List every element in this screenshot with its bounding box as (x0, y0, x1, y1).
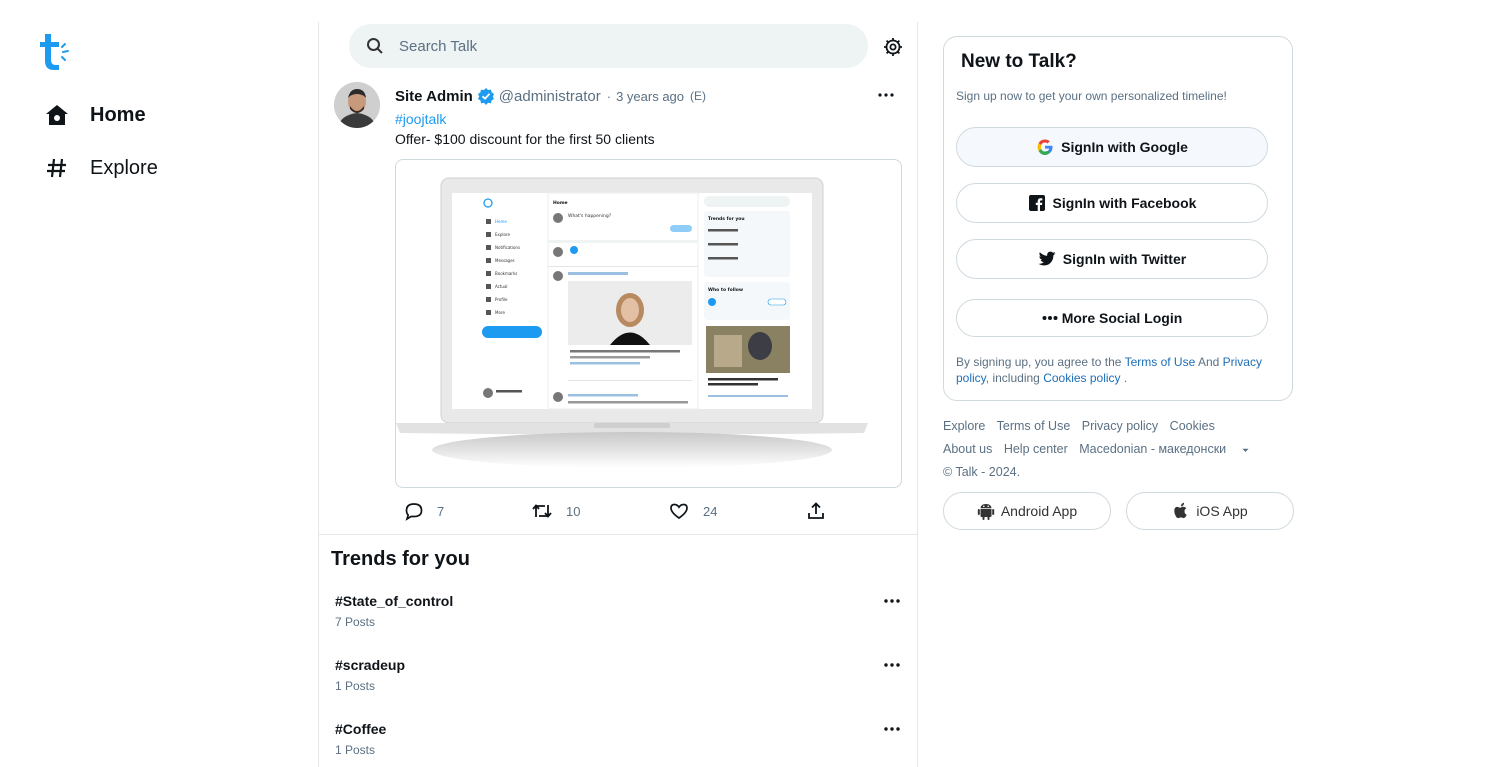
apple-icon (1172, 502, 1190, 520)
footer-link-terms[interactable]: Terms of Use (997, 419, 1071, 433)
trend-count: 7 Posts (335, 615, 376, 629)
footer-links-row-1: Explore Terms of Use Privacy policy Cook… (943, 419, 1223, 433)
repost-count: 10 (566, 503, 581, 519)
terms-end: . (1123, 371, 1128, 385)
nav-item-explore[interactable]: Explore (44, 153, 158, 183)
repost-icon (531, 500, 553, 522)
heart-icon (668, 500, 690, 522)
signin-google-button[interactable]: SignIn with Google (956, 127, 1268, 167)
post-media-image[interactable]: Home Explore Notifications Messages Book… (395, 159, 902, 488)
mini-menu-0: Home (495, 219, 507, 224)
more-social-login-label: More Social Login (1061, 310, 1183, 326)
section-divider (319, 534, 917, 535)
trend-tag[interactable]: #State_of_control (335, 593, 453, 609)
mini-menu-3: Messages (495, 258, 515, 263)
signin-google-label: SignIn with Google (1061, 139, 1188, 155)
android-app-label: Android App (1000, 503, 1078, 519)
terms-and: And (1197, 355, 1220, 369)
post-text: Offer- $100 discount for the first 50 cl… (395, 131, 655, 147)
trend-tag[interactable]: #scradeup (335, 657, 405, 673)
signin-twitter-button[interactable]: SignIn with Twitter (956, 239, 1268, 279)
trend-more-icon[interactable] (883, 724, 901, 735)
post-header: Site Admin @administrator · 3 years ago … (395, 86, 706, 106)
signin-facebook-button[interactable]: SignIn with Facebook (956, 183, 1268, 223)
nav-item-home[interactable]: Home (44, 100, 146, 130)
avatar[interactable] (334, 82, 380, 128)
talk-logo-icon[interactable] (36, 30, 72, 74)
google-icon (1036, 138, 1054, 156)
author-name[interactable]: Site Admin (395, 88, 473, 105)
search-input[interactable]: Search Talk (399, 38, 477, 55)
search-bar[interactable]: Search Talk (349, 24, 868, 68)
hashtag-icon (44, 155, 70, 181)
trend-more-icon[interactable] (883, 596, 901, 607)
android-icon (977, 502, 995, 520)
mini-menu-1: Explore (495, 232, 511, 237)
language-label: Macedonian - македонски (1079, 442, 1227, 456)
mini-who-to-follow: Who to follow (708, 287, 743, 293)
footer-link-help[interactable]: Help center (1004, 442, 1068, 456)
signup-title: New to Talk? (961, 51, 1077, 72)
trend-count: 1 Posts (335, 679, 376, 693)
post-actions: 7 10 24 (395, 500, 825, 522)
comment-icon (403, 500, 425, 522)
facebook-icon (1028, 194, 1046, 212)
terms-prefix: By signing up, you agree to the (956, 355, 1122, 369)
share-icon (805, 500, 827, 522)
footer-links-row-2: About us Help center Macedonian - македо… (943, 442, 1265, 456)
mini-trends: Trends for you (708, 216, 745, 222)
trend-count: 1 Posts (335, 743, 376, 757)
language-selector[interactable]: Macedonian - македонски (1079, 442, 1256, 456)
trend-more-icon[interactable] (883, 660, 901, 671)
column-divider-left (318, 22, 319, 767)
footer-link-explore[interactable]: Explore (943, 419, 985, 433)
signin-facebook-label: SignIn with Facebook (1052, 195, 1197, 211)
post-hashtag-link[interactable]: #joojtalk (395, 111, 446, 127)
comment-button[interactable]: 7 (403, 500, 444, 522)
mini-menu-5: Actual (495, 284, 508, 289)
signin-twitter-label: SignIn with Twitter (1062, 251, 1187, 267)
comment-count: 7 (437, 503, 445, 519)
mini-menu-4: Bookmarks (495, 271, 517, 276)
trends-title: Trends for you (331, 548, 470, 570)
ellipsis-icon (1042, 309, 1058, 327)
nav-label-explore: Explore (90, 156, 158, 179)
signup-subtitle: Sign up now to get your own personalized… (956, 89, 1227, 103)
edited-marker: (E) (690, 89, 707, 103)
post-time[interactable]: 3 years ago (616, 89, 684, 104)
verified-badge-icon (477, 87, 495, 105)
ios-app-label: iOS App (1196, 503, 1248, 519)
more-social-login-button[interactable]: More Social Login (956, 299, 1268, 337)
nav-label-home: Home (90, 103, 146, 126)
like-count: 24 (703, 503, 718, 519)
repost-button[interactable]: 10 (531, 500, 580, 522)
mini-menu-6: Profile (495, 297, 508, 302)
footer-link-about[interactable]: About us (943, 442, 992, 456)
terms-of-use-link[interactable]: Terms of Use (1125, 355, 1196, 369)
trend-tag[interactable]: #Coffee (335, 721, 386, 737)
settings-gear-icon[interactable] (882, 36, 904, 58)
home-icon (44, 102, 70, 128)
cookies-policy-link[interactable]: Cookies policy (1043, 371, 1120, 385)
footer-link-cookies[interactable]: Cookies (1170, 419, 1215, 433)
like-button[interactable]: 24 (668, 500, 717, 522)
footer-link-privacy[interactable]: Privacy policy (1082, 419, 1158, 433)
share-button[interactable] (805, 500, 827, 522)
ios-app-button[interactable]: iOS App (1126, 492, 1294, 530)
post-more-icon[interactable] (877, 88, 895, 102)
column-divider-right (917, 22, 918, 767)
copyright: © Talk - 2024. (943, 465, 1021, 479)
mini-home: Home (553, 200, 568, 206)
mini-menu-2: Notifications (495, 245, 520, 250)
caret-down-icon (1242, 442, 1249, 456)
search-icon (365, 36, 385, 56)
separator-dot: · (606, 88, 612, 104)
mini-menu-7: More (495, 310, 505, 315)
author-handle[interactable]: @administrator (499, 88, 601, 105)
twitter-bird-icon (1038, 250, 1056, 268)
android-app-button[interactable]: Android App (943, 492, 1111, 530)
mini-prompt: What's happening? (568, 213, 612, 219)
terms-including: , including (985, 371, 1040, 385)
signup-terms-text: By signing up, you agree to the Terms of… (956, 354, 1266, 386)
